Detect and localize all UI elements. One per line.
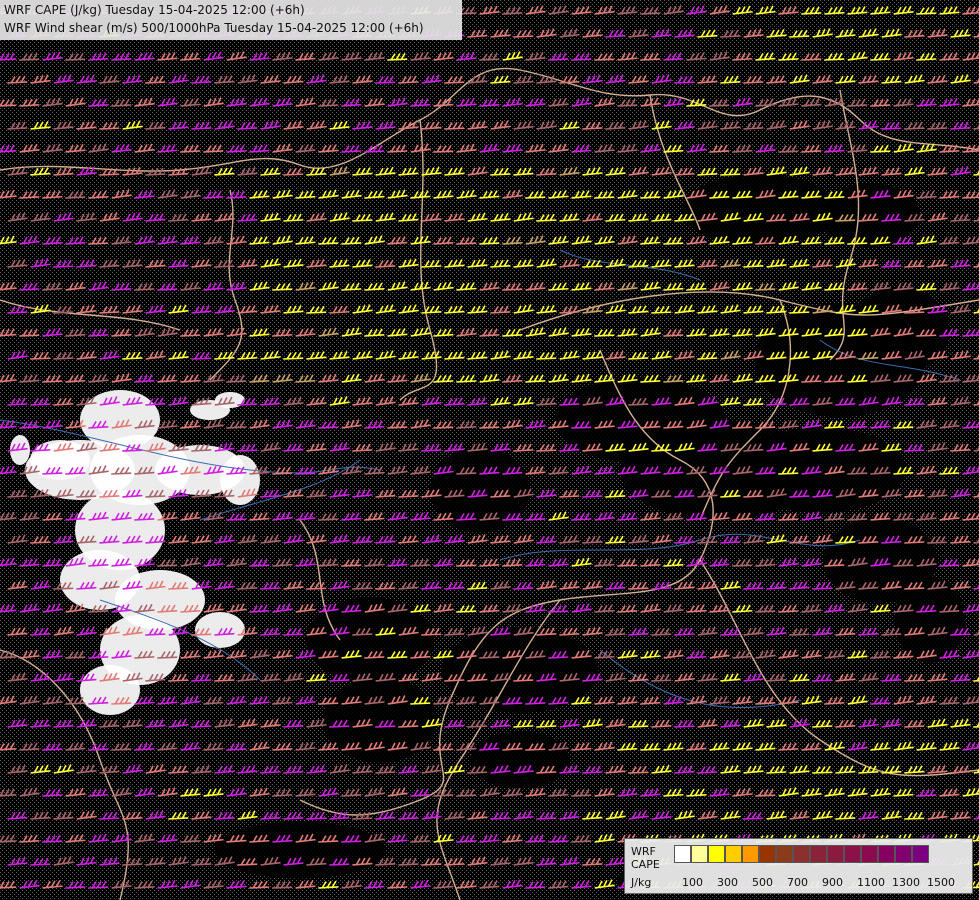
dark-area	[681, 174, 839, 246]
wind-barb-shaft	[0, 104, 17, 107]
cape-white-patch	[80, 665, 140, 715]
wind-barb-shaft	[0, 656, 17, 659]
dark-area	[734, 427, 906, 513]
dark-area	[214, 821, 386, 879]
dark-area	[441, 627, 599, 713]
dark-area	[894, 577, 966, 663]
dark-area	[322, 677, 438, 763]
dark-area	[470, 731, 570, 789]
cape-white-patch	[220, 455, 260, 505]
weather-map	[0, 0, 979, 900]
wind-barb-shaft	[0, 58, 17, 61]
wind-barb-shaft	[0, 886, 17, 889]
wind-barb-shaft	[0, 840, 17, 843]
